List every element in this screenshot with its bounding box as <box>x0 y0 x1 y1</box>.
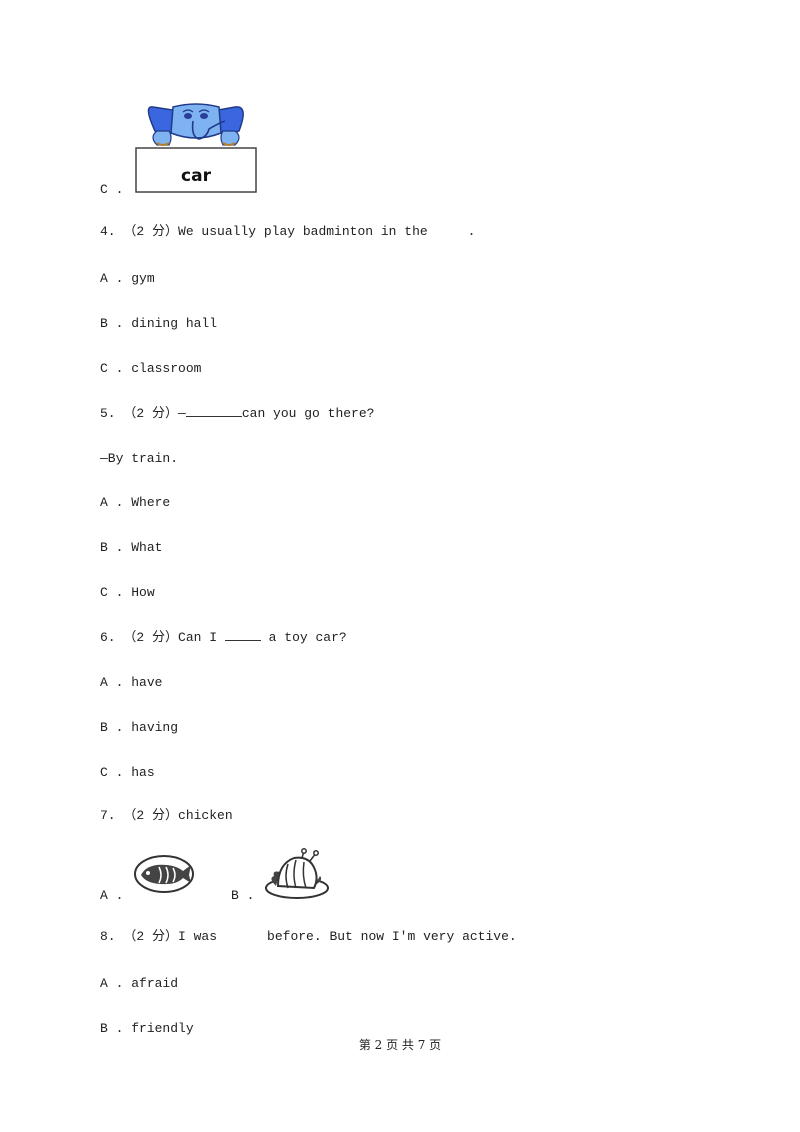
question-text: a toy car? <box>268 630 347 645</box>
option-text: has <box>131 765 155 780</box>
option-text: having <box>131 720 179 735</box>
question-points: （2 分） <box>123 406 179 421</box>
q5-option-a[interactable]: A . Where <box>100 495 170 511</box>
option-text: How <box>131 585 155 600</box>
question-4: 4. （2 分）We usually play badminton in the… <box>100 224 475 240</box>
option-text: gym <box>131 271 155 286</box>
question-number: 7. <box>100 808 116 823</box>
option-label: B . <box>100 1021 124 1036</box>
question-text: I was <box>178 929 218 944</box>
q8-option-a[interactable]: A . afraid <box>100 976 178 992</box>
elephant-holding-sign-icon: car <box>135 103 257 193</box>
question-points: （2 分） <box>123 929 179 944</box>
q6-option-a[interactable]: A . have <box>100 675 162 691</box>
option-label: C . <box>100 765 124 780</box>
q7-option-a-label[interactable]: A . <box>100 888 123 904</box>
option-label: C . <box>100 361 124 376</box>
q4-option-c[interactable]: C . classroom <box>100 361 201 377</box>
dash: — <box>178 406 186 421</box>
q8-option-b[interactable]: B . friendly <box>100 1021 194 1037</box>
question-number: 8. <box>100 929 116 944</box>
question-number: 4. <box>100 224 116 239</box>
option-label: A . <box>100 495 124 510</box>
page-number: 第 2 页 共 7 页 <box>358 1038 442 1052</box>
question-number: 5. <box>100 406 116 421</box>
question-text: before. But now I'm very active. <box>267 929 517 944</box>
roast-chicken-icon[interactable] <box>264 848 330 900</box>
answer-blank <box>224 628 261 641</box>
question-text: chicken <box>178 808 233 823</box>
option-label: B . <box>100 720 124 735</box>
option-text: friendly <box>131 1021 194 1036</box>
q6-option-b[interactable]: B . having <box>100 720 178 736</box>
fish-on-plate-icon[interactable] <box>133 853 195 895</box>
q6-option-c[interactable]: C . has <box>100 765 155 781</box>
q3-option-c-label: C . <box>100 182 124 197</box>
question-text: Can I <box>178 630 218 645</box>
q7-option-b-label[interactable]: B . <box>231 888 254 904</box>
option-text: classroom <box>131 361 202 376</box>
question-text: can you go there? <box>241 406 375 421</box>
q5-answer-line: —By train. <box>100 451 179 466</box>
option-label: C . <box>100 585 124 600</box>
question-8: 8. （2 分）I was before. But now I'm very ac… <box>100 929 517 945</box>
option-text: dining hall <box>131 316 218 331</box>
question-points: （2 分） <box>123 808 179 823</box>
question-6: 6. （2 分）Can I a toy car? <box>100 628 347 646</box>
question-5: 5. （2 分）— can you go there? <box>100 404 374 422</box>
question-points: （2 分） <box>123 630 179 645</box>
option-text: Where <box>131 495 171 510</box>
question-number: 6. <box>100 630 116 645</box>
q5-option-c[interactable]: C . How <box>100 585 155 601</box>
question-7: 7. （2 分）chicken <box>100 808 233 824</box>
sign-word: car <box>181 166 212 186</box>
q4-option-b[interactable]: B . dining hall <box>100 316 217 332</box>
question-text: We usually play badminton in the <box>178 224 428 239</box>
option-label: A . <box>100 675 124 690</box>
question-points: （2 分） <box>123 224 179 239</box>
option-label: B . <box>100 540 124 555</box>
question-punct: . <box>467 224 476 239</box>
option-text: afraid <box>131 976 179 991</box>
q5-option-b[interactable]: B . What <box>100 540 162 556</box>
answer-blank <box>185 404 242 417</box>
option-label: A . <box>100 976 124 991</box>
option-text: What <box>131 540 163 555</box>
option-label: B . <box>100 316 124 331</box>
q4-option-a[interactable]: A . gym <box>100 271 155 287</box>
option-text: have <box>131 675 163 690</box>
option-label: A . <box>100 271 124 286</box>
